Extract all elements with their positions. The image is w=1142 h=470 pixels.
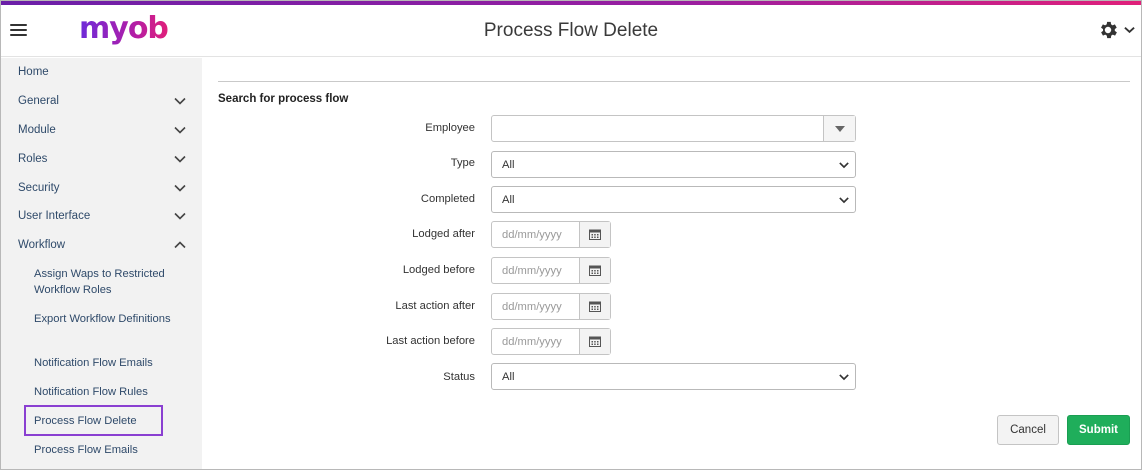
lodged-before-label: Lodged before: [402, 264, 475, 276]
employee-label: Employee: [425, 122, 475, 134]
sidebar-item-label: Security: [18, 182, 60, 194]
employee-dropdown-button[interactable]: [823, 116, 855, 141]
lodged-after-input[interactable]: [492, 222, 580, 247]
completed-select-value: All: [502, 194, 515, 206]
sidebar-item-label: Workflow: [18, 239, 66, 251]
sidebar-subitem-export-workflow-definitions[interactable]: Export Workflow Definitions: [34, 311, 184, 327]
calendar-icon: [589, 301, 601, 312]
sidebar-item-label: User Interface: [18, 210, 91, 222]
chevron-down-icon: [174, 97, 186, 105]
header: myob Process Flow Delete: [1, 5, 1141, 57]
sidebar-item-user-interface[interactable]: User Interface: [1, 204, 202, 228]
gear-icon: [1101, 21, 1117, 39]
last-action-after-calendar-button[interactable]: [579, 294, 610, 319]
lodged-after-calendar-button[interactable]: [579, 222, 610, 247]
app-window: myob Process Flow Delete Home General Mo…: [0, 0, 1142, 470]
sidebar-item-module[interactable]: Module: [1, 118, 202, 142]
last-action-after-datepicker: [491, 293, 611, 320]
last-action-before-label: Last action before: [386, 335, 475, 347]
lodged-after-label: Lodged after: [412, 228, 475, 240]
last-action-before-datepicker: [491, 328, 611, 355]
sidebar-item-label: Home: [18, 66, 49, 78]
calendar-icon: [589, 265, 601, 276]
lodged-before-datepicker: [491, 257, 611, 284]
chevron-down-icon: [839, 374, 849, 381]
page-title: Process Flow Delete: [483, 20, 659, 41]
chevron-down-icon: [1124, 27, 1135, 34]
section-divider: [218, 81, 1130, 82]
sidebar-item-home[interactable]: Home: [1, 60, 202, 84]
sidebar-subitem-notification-flow-emails[interactable]: Notification Flow Emails: [34, 355, 184, 371]
sidebar-item-roles[interactable]: Roles: [1, 147, 202, 171]
employee-input[interactable]: [492, 116, 823, 141]
lodged-before-input[interactable]: [492, 258, 580, 283]
chevron-up-icon: [174, 241, 186, 249]
caret-down-icon: [835, 126, 845, 132]
section-title: Search for process flow: [218, 93, 349, 105]
lodged-after-datepicker: [491, 221, 611, 248]
sidebar-subitem-notification-flow-rules[interactable]: Notification Flow Rules: [34, 384, 184, 400]
status-label: Status: [443, 371, 475, 383]
chevron-down-icon: [174, 155, 186, 163]
calendar-icon: [589, 336, 601, 347]
sidebar-subitem-label: Process Flow Delete: [34, 414, 137, 427]
last-action-after-label: Last action after: [395, 300, 475, 312]
sidebar-subitem-assign-waps[interactable]: Assign Waps to Restricted Workflow Roles: [34, 266, 184, 298]
sidebar-subitem-process-flow-emails[interactable]: Process Flow Emails: [34, 442, 184, 458]
submit-button[interactable]: Submit: [1067, 415, 1130, 445]
last-action-before-calendar-button[interactable]: [579, 329, 610, 354]
sidebar-item-workflow[interactable]: Workflow: [1, 233, 202, 257]
status-select[interactable]: All: [491, 363, 856, 390]
calendar-icon: [589, 229, 601, 240]
last-action-after-input[interactable]: [492, 294, 580, 319]
employee-combobox: [491, 115, 856, 142]
chevron-down-icon: [174, 184, 186, 192]
chevron-down-icon: [839, 197, 849, 204]
settings-menu-button[interactable]: [1097, 19, 1137, 41]
type-select-value: All: [502, 159, 515, 171]
status-select-value: All: [502, 371, 515, 383]
chevron-down-icon: [174, 212, 186, 220]
sidebar: Home General Module Roles Security User …: [1, 58, 202, 469]
completed-label: Completed: [420, 193, 475, 205]
last-action-before-input[interactable]: [492, 329, 580, 354]
cancel-button[interactable]: Cancel: [997, 415, 1059, 445]
lodged-before-calendar-button[interactable]: [579, 258, 610, 283]
sidebar-item-security[interactable]: Security: [1, 176, 202, 200]
type-select[interactable]: All: [491, 151, 856, 178]
completed-select[interactable]: All: [491, 186, 856, 213]
chevron-down-icon: [174, 126, 186, 134]
sidebar-item-label: Module: [18, 124, 56, 136]
sidebar-subitem-process-flow-delete[interactable]: Process Flow Delete: [24, 405, 163, 436]
chevron-down-icon: [839, 162, 849, 169]
sidebar-item-general[interactable]: General: [1, 89, 202, 113]
sidebar-item-label: General: [18, 95, 59, 107]
sidebar-item-label: Roles: [18, 153, 48, 165]
type-label: Type: [450, 157, 475, 169]
main-content: Search for process flow Employee Type Al…: [202, 58, 1141, 469]
